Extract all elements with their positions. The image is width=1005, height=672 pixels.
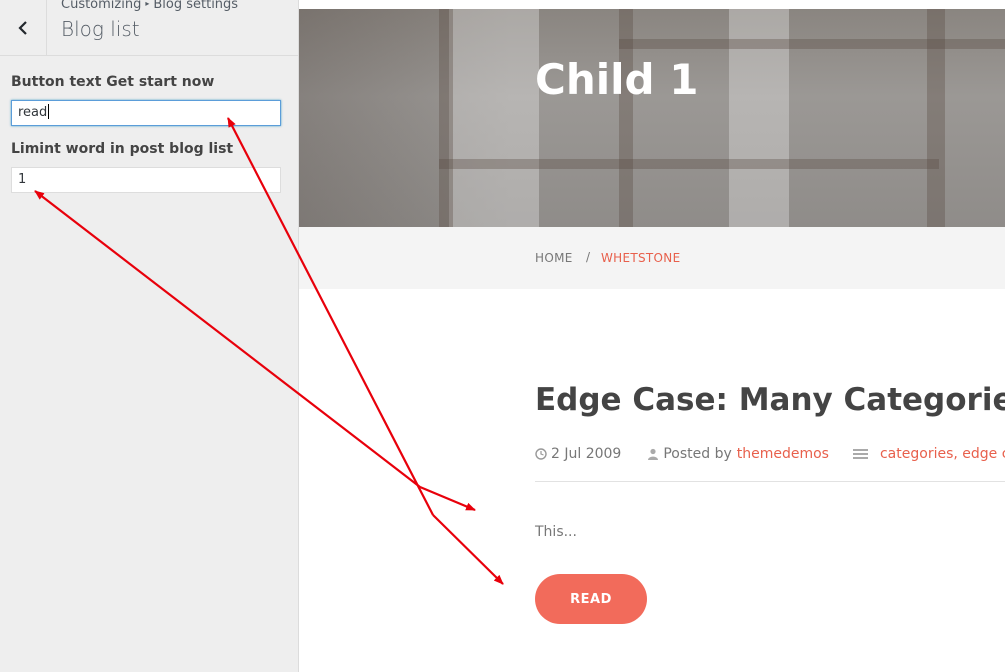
clock-icon <box>535 448 547 460</box>
site-preview: Child 1 HOME / WHETSTONE Edge Case: Many… <box>299 0 1005 672</box>
breadcrumb-current[interactable]: WHETSTONE <box>601 251 680 265</box>
text-caret <box>48 104 50 119</box>
page-breadcrumb: HOME / WHETSTONE <box>299 227 1005 289</box>
word-limit-label: Limint word in post blog list <box>11 141 234 157</box>
customizer-breadcrumb: Customizing ▸ Blog settings <box>61 0 238 12</box>
back-button[interactable] <box>0 0 47 55</box>
hero-banner: Child 1 <box>299 9 1005 227</box>
categories-links[interactable]: categories, edge ca <box>880 446 1005 462</box>
post-date: 2 Jul 2009 <box>551 446 622 462</box>
sidebar-header: Customizing ▸ Blog settings Blog list <box>0 0 298 56</box>
hero-bg-shape <box>619 39 1005 49</box>
button-text-value: read <box>18 105 48 120</box>
button-text-input[interactable]: read <box>11 100 281 126</box>
hero-bg-shape <box>439 9 453 227</box>
post-meta: 2 Jul 2009 Posted by themedemos categori… <box>535 446 1005 462</box>
breadcrumb-child: Blog settings <box>153 0 239 12</box>
hero-title: Child 1 <box>535 55 699 104</box>
breadcrumb-home-link[interactable]: HOME <box>535 251 573 265</box>
word-limit-input[interactable]: 1 <box>11 167 281 193</box>
customizer-sidebar: Customizing ▸ Blog settings Blog list Butt… <box>0 0 299 672</box>
breadcrumb-parent: Customizing <box>61 0 142 12</box>
post-excerpt: This... <box>535 524 577 540</box>
hero-bg-shape <box>439 159 939 169</box>
meta-divider <box>535 481 1005 482</box>
back-chevron-icon <box>18 20 27 35</box>
button-text-label: Button text Get start now <box>11 74 215 90</box>
post-title[interactable]: Edge Case: Many Categories <box>535 382 1005 418</box>
breadcrumb-separator: / <box>586 250 591 264</box>
breadcrumb-arrow-icon: ▸ <box>145 0 150 8</box>
posted-by-label: Posted by <box>663 446 732 462</box>
section-title: Blog list <box>61 17 140 41</box>
hero-bg-shape <box>449 9 539 227</box>
author-link[interactable]: themedemos <box>737 446 829 462</box>
category-icon <box>852 449 868 459</box>
user-icon <box>648 448 659 460</box>
read-more-button[interactable]: READ <box>535 574 647 624</box>
word-limit-value: 1 <box>18 172 27 187</box>
